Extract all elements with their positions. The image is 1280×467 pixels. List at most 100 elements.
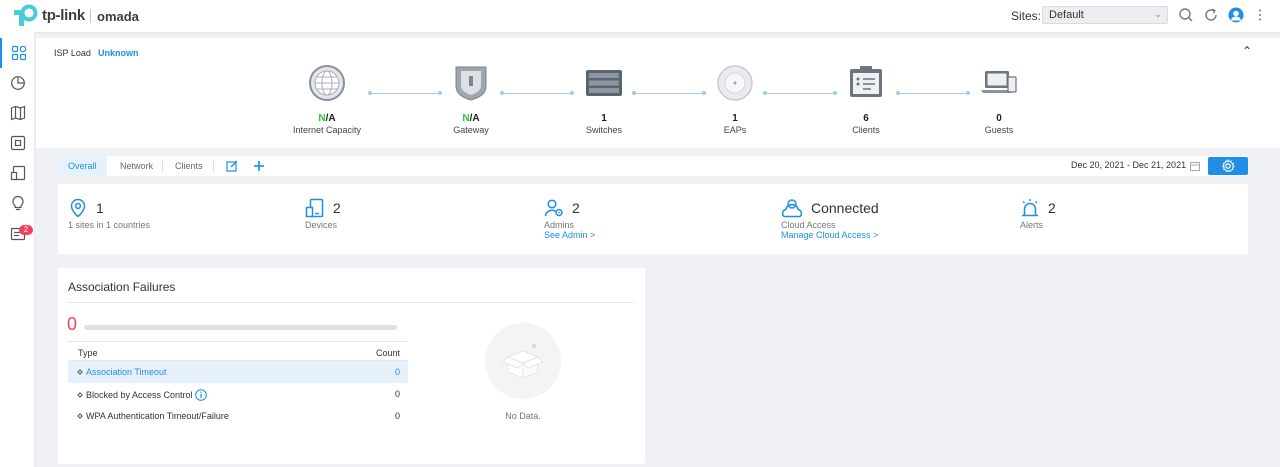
column-header-type: Type: [78, 348, 98, 358]
association-failures-table: Type Count Association Timeout 0 Blocked…: [68, 341, 408, 427]
refresh-icon[interactable]: [1203, 7, 1219, 23]
table-row[interactable]: WPA Authentication Timeout/Failure 0: [68, 405, 408, 427]
diamond-bullet-icon: [77, 413, 83, 419]
topology-node-internet[interactable]: N/A Internet Capacity: [282, 64, 372, 135]
failure-type: Blocked by Access Control: [86, 390, 193, 400]
empty-state: No Data.: [483, 323, 563, 421]
guests-label: Guests: [984, 125, 1014, 135]
top-bar: tp-link omada Sites: Default ⌄: [0, 0, 1280, 32]
topology-node-clients[interactable]: 6 Clients: [821, 64, 911, 135]
lightbulb-icon: [11, 195, 24, 211]
map-icon: [10, 105, 25, 121]
topology-node-gateway[interactable]: N/A Gateway: [426, 64, 516, 135]
dashboard-icon: [11, 45, 26, 61]
tp-link-logo-icon[interactable]: [10, 4, 38, 28]
settings-button[interactable]: [1208, 157, 1248, 175]
clipboard-icon: [850, 66, 882, 97]
clients-value: 6: [863, 113, 869, 124]
access-point-icon: [717, 65, 753, 101]
brand-name: tp-link: [42, 7, 85, 24]
sidebar: 2: [0, 32, 35, 467]
stat-sites: 1 1 sites in 1 countries: [68, 198, 150, 230]
sites-label: Sites:: [1011, 9, 1042, 23]
sidebar-item-statistics[interactable]: [0, 68, 35, 98]
tab-overall[interactable]: Overall: [58, 156, 107, 176]
table-row[interactable]: Blocked by Access Control 0: [68, 383, 408, 405]
switches-value: 1: [601, 113, 607, 124]
isp-load-label: ISP Load: [54, 48, 91, 58]
eaps-value: 1: [732, 113, 738, 124]
isp-load-value[interactable]: Unknown: [98, 48, 139, 58]
tab-network[interactable]: Network: [110, 156, 163, 176]
topology-node-guests[interactable]: 0 Guests: [954, 64, 1044, 135]
stat-devices: 2 Devices: [305, 198, 341, 230]
internet-capacity-label: Internet Capacity: [292, 125, 362, 135]
empty-box-icon: [485, 323, 561, 399]
search-icon[interactable]: [1178, 7, 1194, 23]
manage-cloud-access-link[interactable]: Manage Cloud Access >: [781, 230, 879, 240]
association-failures-title: Association Failures: [68, 280, 176, 294]
sidebar-item-devices[interactable]: [0, 128, 35, 158]
failure-count: 0: [394, 389, 400, 399]
chevron-down-icon: ⌄: [1154, 9, 1162, 19]
sites-summary: 1 sites in 1 countries: [68, 220, 151, 230]
association-failures-progress-bar: [84, 325, 397, 330]
failure-type: WPA Authentication Timeout/Failure: [86, 411, 229, 421]
topology-panel: ISP Load Unknown ⌃ N/A Internet Capacity…: [36, 38, 1280, 148]
cloud-user-icon: [781, 199, 803, 218]
failure-count: 0: [394, 411, 400, 421]
switches-label: Switches: [585, 125, 622, 135]
table-header: Type Count: [68, 341, 408, 361]
devices-label: Devices: [305, 220, 338, 230]
edit-icon[interactable]: [226, 160, 238, 172]
alert-siren-icon: [1022, 199, 1038, 217]
collapse-chevron-up-icon[interactable]: ⌃: [1242, 44, 1252, 58]
eaps-label: EAPs: [723, 125, 747, 135]
sidebar-item-map[interactable]: [0, 98, 35, 128]
alerts-label: Alerts: [1020, 220, 1044, 230]
gateway-value: N/A: [462, 113, 480, 124]
guests-value: 0: [996, 113, 1002, 124]
laptop-icon: [981, 71, 1017, 93]
calendar-icon[interactable]: [1190, 161, 1200, 171]
logo-divider: [90, 9, 91, 23]
switch-icon: [586, 70, 622, 96]
user-avatar-icon[interactable]: [1228, 7, 1244, 23]
failure-type: Association Timeout: [86, 367, 167, 377]
sites-select[interactable]: Default ⌄: [1042, 6, 1168, 24]
date-range[interactable]: Dec 20, 2021 - Dec 21, 2021: [1071, 160, 1186, 170]
client-devices-icon: [10, 165, 25, 181]
stat-cloud-access: Connected Cloud Access Manage Cloud Acce…: [781, 198, 879, 240]
sidebar-item-dashboard[interactable]: [0, 38, 35, 68]
more-menu-icon[interactable]: [1252, 7, 1268, 23]
add-icon[interactable]: [253, 160, 265, 172]
tab-clients[interactable]: Clients: [165, 156, 213, 176]
topology-node-eaps[interactable]: 1 EAPs: [690, 64, 780, 135]
topology-node-switches[interactable]: 1 Switches: [559, 64, 649, 135]
admins-count: 2: [572, 200, 580, 216]
internet-capacity-value: N/A: [318, 113, 336, 124]
tab-divider: [162, 160, 163, 172]
summary-stats-panel: 1 1 sites in 1 countries 2 Devices 2 Adm…: [58, 184, 1248, 254]
panel-divider: [68, 302, 635, 303]
admin-icon: [544, 199, 563, 217]
gateway-shield-icon: [455, 66, 487, 101]
sites-count: 1: [96, 200, 104, 216]
info-icon[interactable]: [194, 389, 207, 401]
stat-admins: 2 Admins See Admin >: [544, 198, 595, 240]
association-failures-total: 0: [67, 314, 78, 334]
location-pin-icon: [70, 198, 86, 218]
table-row[interactable]: Association Timeout 0: [68, 361, 408, 383]
sites-select-value: Default: [1049, 9, 1084, 21]
sidebar-item-insight[interactable]: [0, 188, 35, 218]
alerts-count: 2: [1048, 200, 1056, 216]
see-admin-link[interactable]: See Admin >: [544, 230, 595, 240]
logs-badge: 2: [19, 225, 33, 235]
cloud-access-label: Cloud Access: [781, 220, 836, 230]
devices-count: 2: [333, 200, 341, 216]
clients-label: Clients: [852, 125, 880, 135]
association-failures-panel: Association Failures 0 Type Count Associ…: [58, 268, 645, 464]
admins-label: Admins: [544, 220, 575, 230]
no-data-text: No Data.: [505, 411, 541, 421]
sidebar-item-clients[interactable]: [0, 158, 35, 188]
